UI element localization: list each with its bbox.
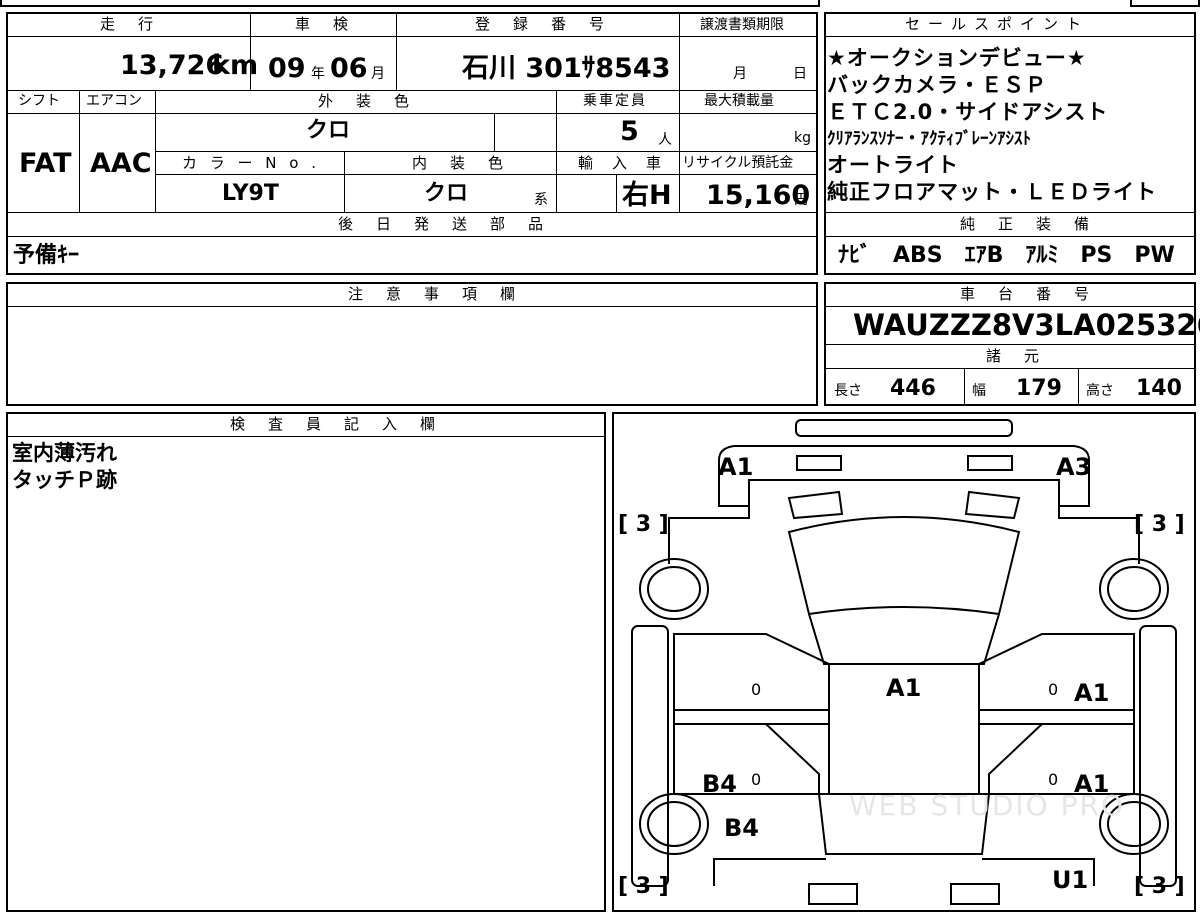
transfer-deadline-label: 譲渡書類期限 <box>700 17 784 33</box>
color-number-label: カ ラ ー N o . <box>182 154 321 172</box>
mileage-value: 13,726 <box>120 50 225 81</box>
import-value: 右H <box>622 180 672 211</box>
notes-label: 注 意 事 項 欄 <box>348 285 520 303</box>
equipment-value: ﾅﾋﾞ ABS ｴｱB ｱﾙﾐ PS PW <box>838 243 1175 268</box>
transfer-month-unit: 月 <box>733 66 747 82</box>
sales-line: 純正フロアマット・ＬＥＤライト <box>827 180 1157 204</box>
color-number-value: LY9T <box>222 181 279 206</box>
transfer-day-unit: 日 <box>793 66 807 82</box>
mileage-unit: km <box>212 50 259 81</box>
inspection-month: 06 <box>330 53 368 84</box>
max-load-unit: kg <box>794 130 811 146</box>
height-label: 高さ <box>1086 383 1114 399</box>
length-value: 446 <box>890 376 936 401</box>
recycle-deposit-label: リサイクル預託金 <box>682 155 794 171</box>
sales-line: オートライト <box>827 153 959 177</box>
damage-code: U1 <box>1052 866 1089 894</box>
sales-line: ★オークションデビュー★ <box>827 46 1087 70</box>
inspector-note: 室内薄汚れ <box>12 441 117 465</box>
damage-code: A1 <box>1074 679 1110 707</box>
shift-value: FAT <box>19 148 72 179</box>
damage-diagram-panel: WEB STUDIO PRO A1 A3 A1 A1 A1 B4 B4 U1 0… <box>612 412 1196 912</box>
width-value: 179 <box>1016 376 1062 401</box>
damage-code: A3 <box>1056 453 1092 481</box>
registration-label: 登 録 番 号 <box>475 15 609 33</box>
capacity-label: 乗車定員 <box>583 93 647 109</box>
length-label: 長さ <box>834 383 862 399</box>
sales-line: バックカメラ・ＥＳＰ <box>827 73 1047 97</box>
max-load-label: 最大積載量 <box>704 93 774 109</box>
inspector-note: タッチＰ跡 <box>12 468 117 492</box>
interior-color-value: クロ <box>424 181 469 206</box>
later-parts-value: 予備ｷｰ <box>13 243 80 268</box>
sales-points-label: セールスポイント <box>905 15 1090 33</box>
ac-value: AAC <box>90 148 152 179</box>
zero-mark: 0 <box>1048 680 1059 699</box>
damage-code: B4 <box>724 814 759 842</box>
sales-line: ｸﾘｱﾗﾝｽｿﾅｰ・ｱｸﾃｨﾌﾞﾚｰﾝｱｼｽﾄ <box>827 129 1031 149</box>
inspection-month-unit: 月 <box>371 66 385 82</box>
car-outline-diagram <box>631 419 1177 905</box>
specs-label: 諸 元 <box>986 347 1044 365</box>
capacity-unit: 人 <box>658 132 672 148</box>
chassis-number: WAUZZZ8V3LA025326 <box>853 308 1200 342</box>
capacity-value: 5 <box>620 116 639 147</box>
shift-label: シフト <box>18 93 60 109</box>
inspection-year: 09 <box>268 53 306 84</box>
interior-color-label: 内 装 色 <box>412 154 508 172</box>
sales-line: ＥＴＣ2.0・サイドアシスト <box>827 100 1109 124</box>
damage-code: B4 <box>702 770 737 798</box>
tire-count: [ 3 ] <box>618 512 669 537</box>
tire-count: [ 3 ] <box>1134 874 1185 899</box>
ac-label: エアコン <box>86 93 142 109</box>
damage-code: A1 <box>718 453 754 481</box>
mileage-label: 走 行 <box>100 15 158 33</box>
zero-mark: 0 <box>751 680 762 699</box>
tire-count: [ 3 ] <box>1134 512 1185 537</box>
recycle-unit: 円 <box>794 192 808 208</box>
later-parts-label: 後 日 発 送 部 品 <box>338 215 548 233</box>
width-label: 幅 <box>972 383 986 399</box>
height-value: 140 <box>1136 376 1182 401</box>
damage-code: A1 <box>886 674 922 702</box>
inspector-label: 検 査 員 記 入 欄 <box>230 415 440 433</box>
zero-mark: 0 <box>751 770 762 789</box>
inspection-year-unit: 年 <box>311 66 325 82</box>
damage-code: A1 <box>1074 770 1110 798</box>
zero-mark: 0 <box>1048 770 1059 789</box>
registration-value: 石川 301ｻ8543 <box>462 53 671 84</box>
chassis-label: 車 台 番 号 <box>960 285 1094 303</box>
equipment-label: 純 正 装 備 <box>960 215 1094 233</box>
exterior-color-label: 外 装 色 <box>318 92 414 110</box>
tire-count: [ 3 ] <box>618 874 669 899</box>
exterior-color-value: クロ <box>306 118 351 143</box>
import-label: 輸 入 車 <box>578 154 664 172</box>
top-cut-strip-right <box>1130 0 1200 7</box>
interior-color-suffix: 系 <box>534 192 548 208</box>
top-cut-strip <box>0 0 820 7</box>
inspection-label: 車 検 <box>295 15 353 33</box>
